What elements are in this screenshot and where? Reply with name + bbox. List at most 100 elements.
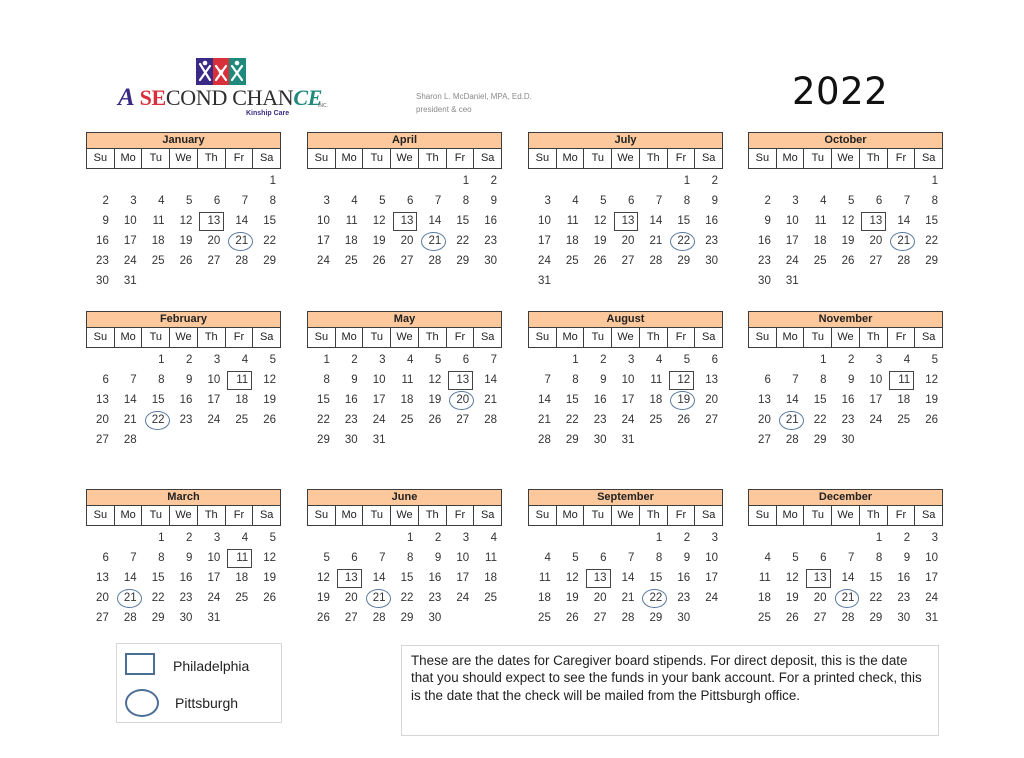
day-cell: 21 [123, 414, 137, 426]
weekday-label: Th [858, 149, 887, 168]
day-cell: 31 [538, 275, 551, 287]
day-cell: 7 [130, 552, 137, 564]
day-cell: 30 [677, 612, 691, 624]
day-cell: 28 [372, 612, 386, 624]
empty-day-cell [363, 171, 391, 191]
ceo-title: president & ceo [416, 105, 472, 114]
day-cell: 14 [235, 215, 249, 227]
empty-day-cell [748, 171, 776, 191]
weekday-label: Sa [473, 506, 501, 525]
day-cell: 1 [572, 354, 579, 366]
day-cell: 21 [621, 592, 635, 604]
day-cell: 31 [372, 434, 386, 446]
day-cell: 6 [628, 195, 635, 207]
weekday-label: Th [196, 328, 225, 347]
day-cell: 17 [456, 572, 470, 584]
weekday-label: Sa [694, 328, 722, 347]
day-cell: 1 [269, 175, 276, 187]
day-cell: 4 [407, 354, 414, 366]
square-marker-icon [125, 653, 155, 675]
day-cell: 24 [705, 592, 718, 604]
day-cell: 24 [785, 255, 799, 267]
empty-day-cell [776, 350, 804, 370]
day-cell: 24 [372, 414, 386, 426]
day-cell: 11 [401, 374, 414, 386]
day-cell: 2 [848, 354, 855, 366]
day-cell: 30 [897, 612, 911, 624]
day-cell: 28 [123, 612, 137, 624]
weekday-label: Su [314, 331, 329, 343]
day-cell: 22 [869, 592, 883, 604]
month-june: June Su Mo Tu We Th Fr Sa 1 2 3 4 5 6 7 8 9 10 11 12 13 14 15 1… [307, 489, 502, 628]
weekday-label: Mo [555, 149, 584, 168]
day-cell: 20 [96, 592, 109, 604]
day-cell: 28 [538, 434, 551, 446]
empty-day-cell [776, 528, 804, 548]
weekday-label: Fr [224, 328, 253, 347]
weekday-label: Su [93, 331, 108, 343]
day-cell: 19 [179, 235, 193, 247]
day-cell: 20 [813, 592, 827, 604]
day-cell: 26 [785, 612, 799, 624]
weekday-label: Tu [362, 328, 390, 347]
day-cell: 18 [897, 394, 911, 406]
day-cell: 9 [490, 195, 497, 207]
empty-day-cell [114, 528, 142, 548]
day-cell: 8 [875, 552, 883, 564]
day-cell: 28 [649, 255, 663, 267]
day-cell: 23 [179, 414, 193, 426]
empty-day-cell [584, 171, 612, 191]
day-cell: 20 [96, 414, 109, 426]
day-cell: 6 [102, 552, 109, 564]
day-cell: 29 [649, 612, 663, 624]
day-cell: 1 [407, 532, 414, 544]
day-cell: 31 [621, 434, 635, 446]
day-cell: 27 [96, 612, 109, 624]
day-grid: 1 2 3 4 5 6 7 8 9 10 11 12 13 14 15 16 17 18 19 20 21 22 23 24 2… [86, 528, 281, 628]
empty-day-cell [528, 350, 556, 370]
day-cell: 26 [565, 612, 579, 624]
day-cell: 1 [820, 354, 827, 366]
empty-day-cell [804, 528, 832, 548]
day-cell: 3 [875, 354, 883, 366]
day-cell: 10 [456, 552, 470, 564]
circle-marker-icon [125, 689, 159, 717]
weekday-label: Mo [113, 328, 142, 347]
day-grid: 1 2 3 4 5 6 7 8 9 10 11 12 13 14 15 16 17 18 19 20 21 22 23 24 2… [86, 171, 281, 291]
day-cell: 2 [434, 532, 442, 544]
day-cell: 4 [490, 532, 497, 544]
empty-day-cell [556, 528, 584, 548]
day-cell: 18 [565, 235, 579, 247]
day-cell: 5 [323, 552, 330, 564]
day-cell: 26 [317, 612, 330, 624]
day-cell: 22 [400, 592, 414, 604]
day-cell: 19 [565, 592, 579, 604]
day-cell: 30 [841, 434, 855, 446]
empty-day-cell [307, 528, 335, 548]
weekday-label: Tu [362, 506, 390, 525]
day-cell: 25 [235, 414, 249, 426]
day-cell: 26 [263, 414, 276, 426]
day-cell: 23 [758, 255, 771, 267]
weekday-label: Th [196, 506, 225, 525]
empty-day-cell [612, 171, 640, 191]
weekday-label: Sa [252, 149, 280, 168]
day-cell: 4 [544, 552, 551, 564]
weekday-header-row: Su Mo Tu We Th Fr Sa [528, 328, 723, 348]
day-cell: 3 [711, 532, 718, 544]
day-cell: 15 [151, 394, 165, 406]
month-september: September Su Mo Tu We Th Fr Sa 1 2 3 4 5 6 7 8 9 10 11 12 13… [528, 489, 723, 628]
day-cell: 7 [241, 195, 249, 207]
day-cell: 7 [544, 374, 551, 386]
day-cell: 19 [593, 235, 607, 247]
day-cell: 13 [705, 374, 718, 386]
day-cell: 25 [758, 612, 771, 624]
day-cell: 3 [792, 195, 799, 207]
day-cell: 6 [875, 195, 883, 207]
day-cell: 29 [400, 612, 414, 624]
weekday-label: Fr [666, 506, 695, 525]
weekday-label: Tu [583, 149, 611, 168]
empty-day-cell [887, 171, 915, 191]
day-cell: 22 [565, 414, 579, 426]
day-cell: 25 [484, 592, 497, 604]
